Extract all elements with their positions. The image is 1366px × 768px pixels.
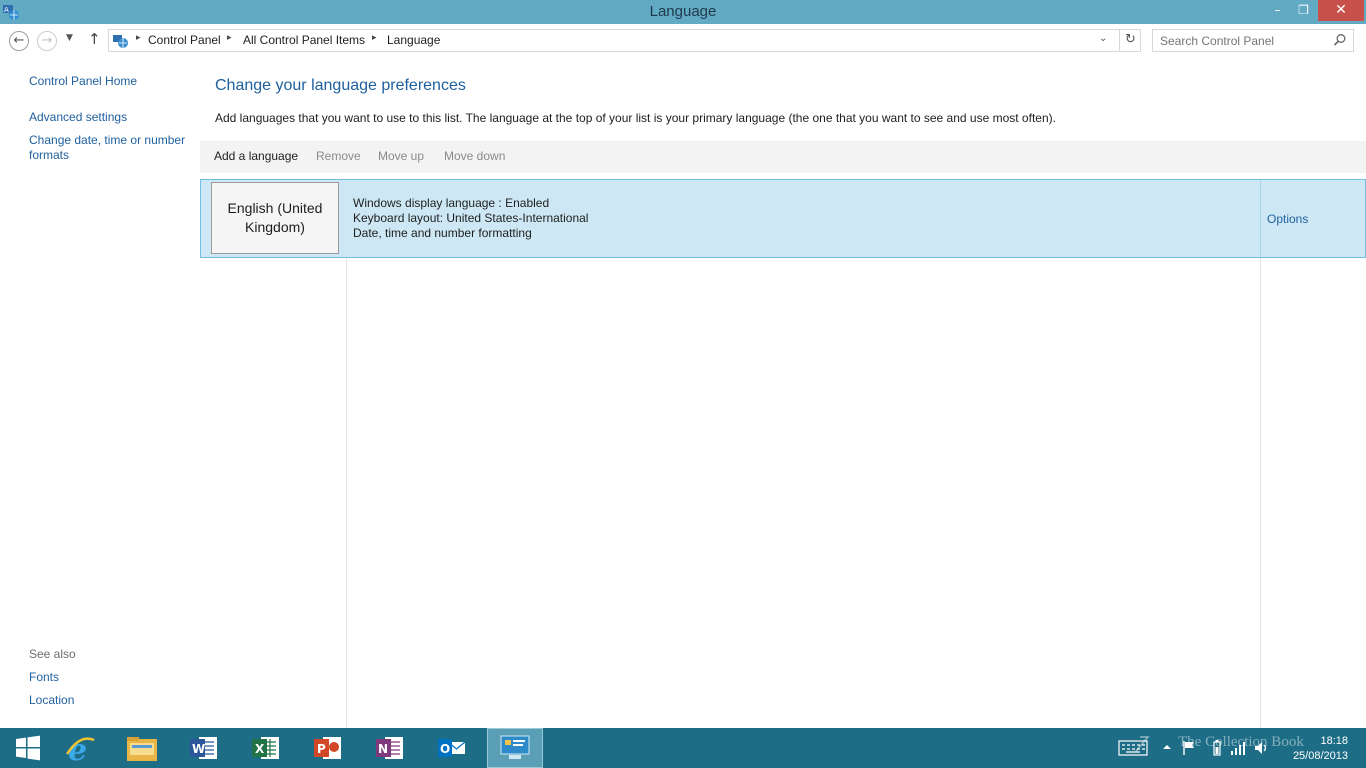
add-language-button[interactable]: Add a language (214, 149, 298, 163)
word-taskbar-button[interactable]: W (176, 728, 232, 768)
search-box[interactable] (1152, 29, 1354, 52)
page-description: Add languages that you want to use to th… (215, 111, 1056, 125)
restore-button[interactable]: ❐ (1290, 0, 1317, 21)
breadcrumb-language[interactable]: Language (387, 33, 440, 47)
minimize-button[interactable]: – (1264, 0, 1291, 21)
keyboard-layout-status: Keyboard layout: United States-Internati… (353, 211, 589, 225)
control-panel-home-link[interactable]: Control Panel Home (29, 74, 137, 88)
advanced-settings-link[interactable]: Advanced settings (29, 110, 127, 124)
change-date-time-link[interactable]: Change date, time or number (29, 133, 185, 147)
forward-button[interactable]: → (37, 31, 57, 51)
breadcrumb-control-panel[interactable]: Control Panel (148, 33, 221, 47)
clock-time: 18:18 (1320, 735, 1348, 747)
page-title: Change your language preferences (215, 77, 466, 94)
formatting-status: Date, time and number formatting (353, 226, 532, 240)
language-name-line2: Kingdom) (245, 219, 305, 235)
excel-taskbar-button[interactable]: X (238, 728, 294, 768)
control-panel-icon (500, 735, 530, 759)
breadcrumb-separator[interactable]: ▸ (227, 33, 232, 43)
powerpoint-taskbar-button[interactable]: P (300, 728, 356, 768)
up-button[interactable]: ↑ (88, 30, 101, 48)
language-toolbar: Add a language Remove Move up Move down (200, 141, 1366, 173)
options-divider (1260, 180, 1261, 257)
touch-keyboard-icon[interactable] (1118, 736, 1150, 758)
outlook-icon: O (438, 739, 466, 757)
language-options-link[interactable]: Options (1267, 212, 1308, 226)
taskbar: e W X P N O The Collection Book 18:18 25… (0, 728, 1366, 768)
location-link[interactable]: Location (29, 693, 74, 707)
close-button[interactable]: ✕ (1318, 0, 1364, 21)
control-panel-taskbar-button[interactable] (487, 728, 543, 768)
address-dropdown-icon[interactable]: ⌄ (1099, 33, 1107, 44)
address-bar[interactable]: ▸ Control Panel ▸ All Control Panel Item… (108, 29, 1141, 52)
onenote-icon: N (376, 737, 403, 759)
svg-text:O: O (440, 742, 450, 756)
windows-logo-icon (16, 735, 40, 761)
move-down-button[interactable]: Move down (444, 149, 505, 163)
recent-locations-button[interactable]: ▼ (66, 33, 73, 43)
list-divider (1260, 257, 1261, 728)
control-panel-icon (113, 35, 128, 48)
see-also-heading: See also (29, 647, 76, 661)
file-explorer-taskbar-button[interactable] (114, 728, 170, 768)
search-input[interactable] (1153, 30, 1328, 51)
list-divider (346, 257, 347, 728)
window-title: Language (649, 3, 717, 20)
change-date-time-link-cont[interactable]: formats (29, 148, 69, 162)
navigation-bar: ← → ▼ ↑ ▸ Control Panel ▸ All Control Pa… (0, 24, 1366, 58)
svg-text:P: P (317, 742, 326, 756)
language-name-line1: English (United (227, 200, 323, 216)
display-language-status: Windows display language : Enabled (353, 196, 550, 210)
svg-text:N: N (378, 742, 388, 756)
show-hidden-icons-icon[interactable] (1162, 742, 1172, 752)
onenote-taskbar-button[interactable]: N (362, 728, 418, 768)
title-bar: A Language – ❐ ✕ (0, 0, 1366, 24)
excel-icon: X (252, 737, 279, 759)
clock[interactable]: 18:18 25/08/2013 (1288, 734, 1348, 764)
svg-text:X: X (255, 742, 265, 756)
search-icon[interactable] (1333, 33, 1347, 47)
watermark-text: The Collection Book (1178, 734, 1304, 750)
breadcrumb-separator[interactable]: ▸ (136, 33, 141, 43)
language-name-tile[interactable]: English (United Kingdom) (211, 182, 339, 254)
breadcrumb-separator[interactable]: ▸ (372, 33, 377, 43)
start-button[interactable] (0, 728, 56, 768)
move-up-button[interactable]: Move up (378, 149, 424, 163)
svg-text:W: W (192, 742, 205, 756)
fonts-link[interactable]: Fonts (29, 670, 59, 684)
outlook-taskbar-button[interactable]: O (424, 728, 480, 768)
internet-explorer-taskbar-button[interactable]: e (52, 728, 108, 768)
folder-icon (127, 737, 157, 761)
word-icon: W (190, 737, 217, 759)
remove-button[interactable]: Remove (316, 149, 361, 163)
clock-date: 25/08/2013 (1292, 750, 1348, 762)
refresh-icon[interactable]: ↻ (1119, 30, 1141, 51)
left-navigation-pane: Control Panel Home Advanced settings Cha… (0, 58, 200, 728)
powerpoint-icon: P (314, 737, 341, 759)
breadcrumb-all-items[interactable]: All Control Panel Items (243, 33, 365, 47)
internet-explorer-icon: e (65, 733, 95, 764)
language-list-item[interactable]: English (United Kingdom) Windows display… (200, 179, 1366, 258)
back-button[interactable]: ← (9, 31, 29, 51)
